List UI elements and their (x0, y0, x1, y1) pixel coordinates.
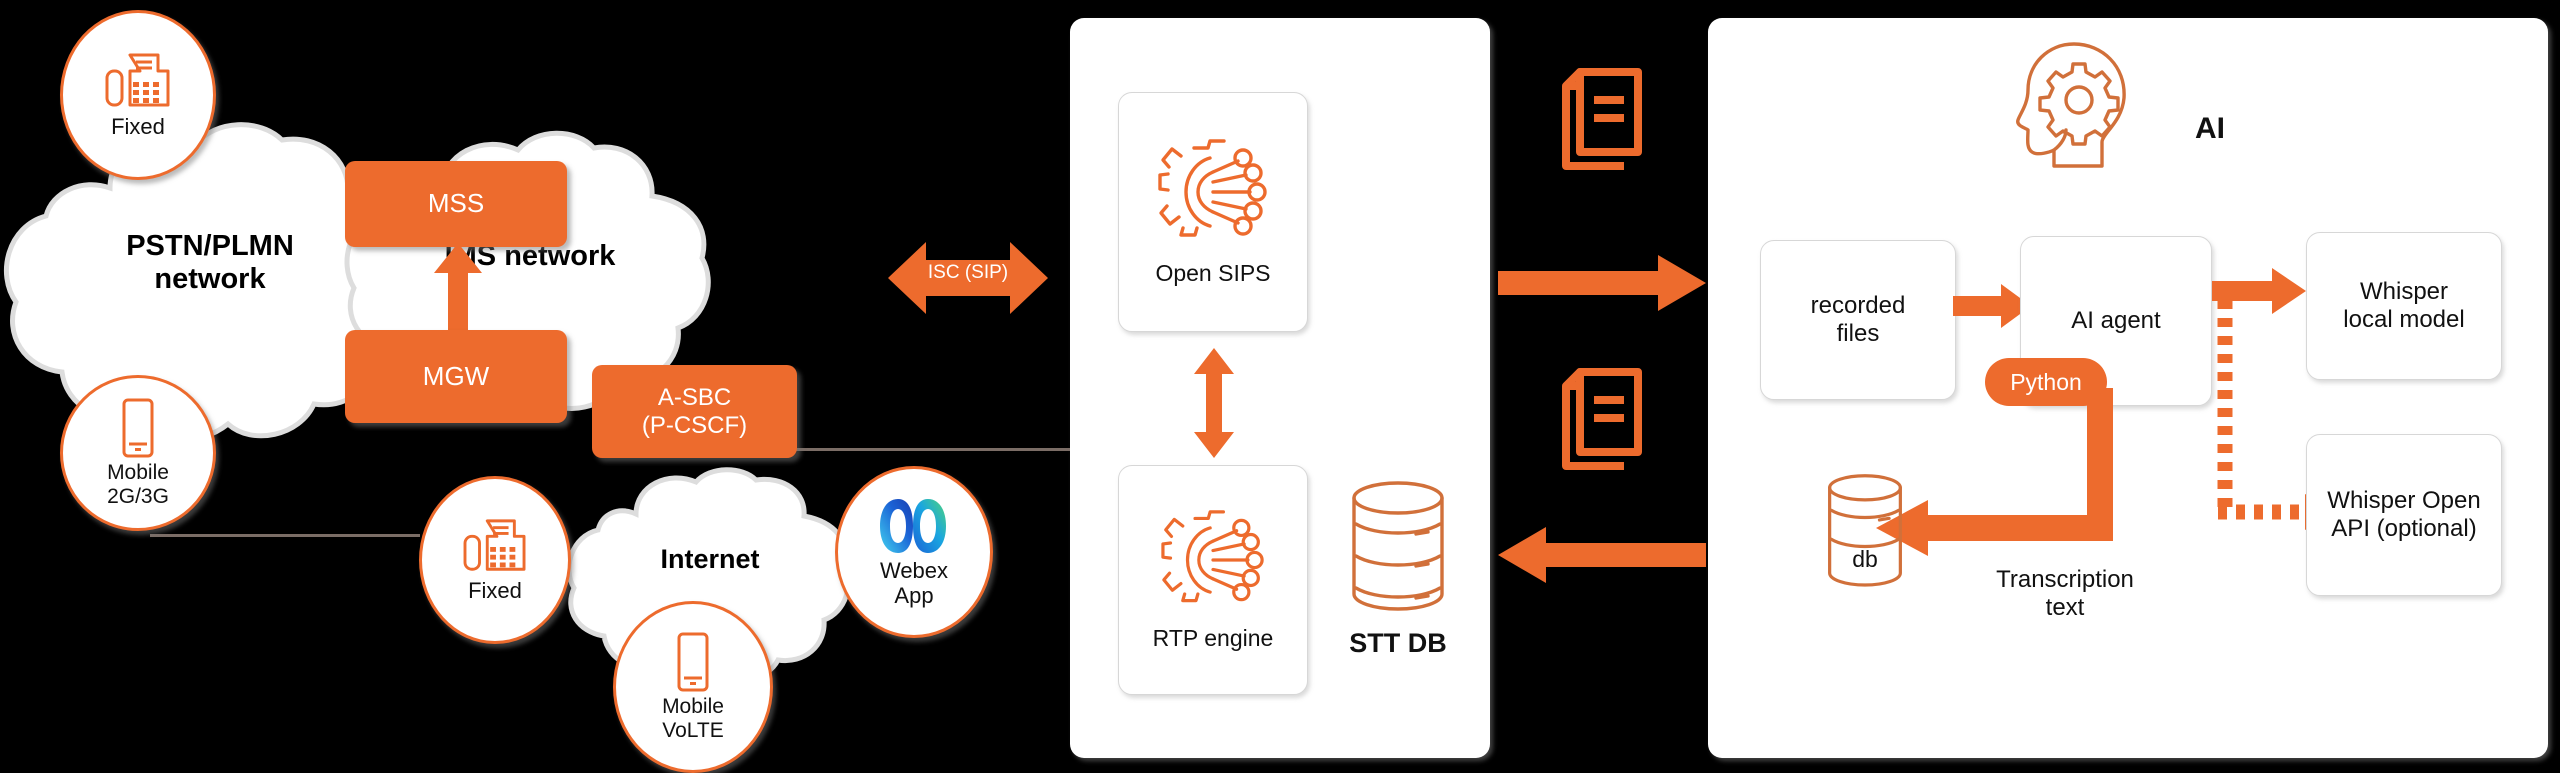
fax-phone-icon (463, 519, 526, 571)
head-gear-icon (2016, 42, 2126, 168)
ai-panel-title: AI (2195, 112, 2225, 145)
box-whisper-local-label: Whisper local model (2343, 278, 2464, 333)
node-mgw-label: MGW (422, 360, 490, 391)
node-a-sbc-label-line2: (P-CSCF) (641, 411, 748, 439)
box-whisper-local[interactable]: Whisper local model (2306, 232, 2502, 380)
box-recorded-files-label: recorded files (1811, 292, 1906, 347)
endpoint-mobile-volte-label: Mobile VoLTE (662, 695, 724, 742)
documents-stack-icon (1562, 368, 1642, 470)
endpoint-fixed-pstn-label: Fixed (111, 113, 165, 140)
endpoint-mobile-volte[interactable]: Mobile VoLTE (613, 601, 773, 773)
box-recorded-files[interactable]: recorded files (1760, 240, 1956, 400)
endpoint-fixed-internet-label: Fixed (468, 577, 522, 604)
wire-asbc-to-sbc-panel (770, 448, 1080, 451)
stt-db-label: STT DB (1349, 628, 1447, 658)
endpoint-fixed-internet-line1: Fixed (468, 577, 522, 603)
endpoint-webex-line2: App (894, 583, 934, 608)
box-whisper-openapi-label: Whisper Open API (optional) (2327, 487, 2480, 542)
database-cylinder-icon (1828, 474, 1902, 587)
documents-stack-icon (1562, 68, 1642, 170)
endpoint-mobile-2g3g[interactable]: Mobile 2G/3G (60, 375, 216, 531)
db-cylinder[interactable]: db (1820, 470, 1940, 660)
endpoint-mobile-volte-line2: VoLTE (662, 719, 724, 742)
node-mss-label: MSS (427, 188, 485, 219)
whisper-local-line1: Whisper (2359, 278, 2449, 306)
arrow-opensips-rtpengine (1194, 348, 1234, 458)
webex-logo-icon (880, 499, 946, 554)
box-ai-agent-label: AI agent (2071, 307, 2161, 335)
endpoint-fixed-pstn-line1: Fixed (111, 113, 165, 139)
endpoint-webex-app-label: Webex App (880, 559, 948, 608)
card-open-sips[interactable]: Open SIPS (1118, 92, 1308, 332)
whisper-openapi-line1: Whisper Open (2327, 487, 2481, 515)
wire-mobile2g3g-to-fixed (150, 534, 420, 537)
endpoint-fixed-pstn[interactable]: Fixed (60, 10, 216, 180)
endpoint-fixed-internet[interactable]: Fixed (419, 476, 571, 644)
arrow-isc-sip-label: ISC (SIP) (927, 262, 1009, 283)
fax-phone-icon (105, 53, 170, 107)
stt-db[interactable]: STT DB (1330, 478, 1490, 678)
gear-circuit-icon (1158, 139, 1267, 237)
database-cylinder-icon (1352, 481, 1444, 611)
endpoint-webex-app[interactable]: Webex App (835, 466, 993, 638)
arrow-from-ai-panel (1498, 527, 1706, 583)
arrow-to-ai-panel (1498, 255, 1706, 311)
recorded-files-line1: recorded (1810, 292, 1906, 320)
node-mss[interactable]: MSS (345, 161, 567, 247)
recorded-files-line2: files (1836, 320, 1880, 347)
card-open-sips-label: Open SIPS (1155, 259, 1271, 286)
card-rtp-engine-label: RTP engine (1152, 624, 1274, 651)
endpoint-mobile-volte-line1: Mobile (662, 695, 724, 719)
node-a-sbc[interactable]: A-SBC (P-CSCF) (592, 365, 797, 458)
endpoint-mobile-2g3g-label: Mobile 2G/3G (107, 461, 169, 508)
endpoint-mobile-2g3g-line1: Mobile (107, 461, 169, 485)
card-rtp-engine[interactable]: RTP engine (1118, 465, 1308, 695)
transcription-text-line1: Transcription (1996, 566, 2134, 593)
whisper-openapi-line2: API (optional) (2331, 515, 2477, 542)
diagram-canvas: PSTN/PLMN network IMS network Internet M… (0, 0, 2560, 773)
endpoint-mobile-2g3g-line2: 2G/3G (107, 485, 169, 508)
label-transcription-text: Transcription text (1950, 566, 2180, 621)
mobile-phone-icon (122, 398, 154, 458)
box-whisper-openapi[interactable]: Whisper Open API (optional) (2306, 434, 2502, 596)
node-a-sbc-label-line1: A-SBC (657, 383, 732, 411)
node-mgw[interactable]: MGW (345, 330, 567, 423)
whisper-local-line2: local model (2343, 306, 2465, 333)
db-label: db (1852, 546, 1878, 572)
transcription-text-line2: text (2045, 593, 2085, 621)
arrow-isc-sip: ISC (SIP) (888, 228, 1048, 328)
gear-circuit-icon (1161, 510, 1264, 602)
endpoint-webex-line1: Webex (879, 558, 949, 584)
mobile-phone-icon (677, 632, 709, 692)
